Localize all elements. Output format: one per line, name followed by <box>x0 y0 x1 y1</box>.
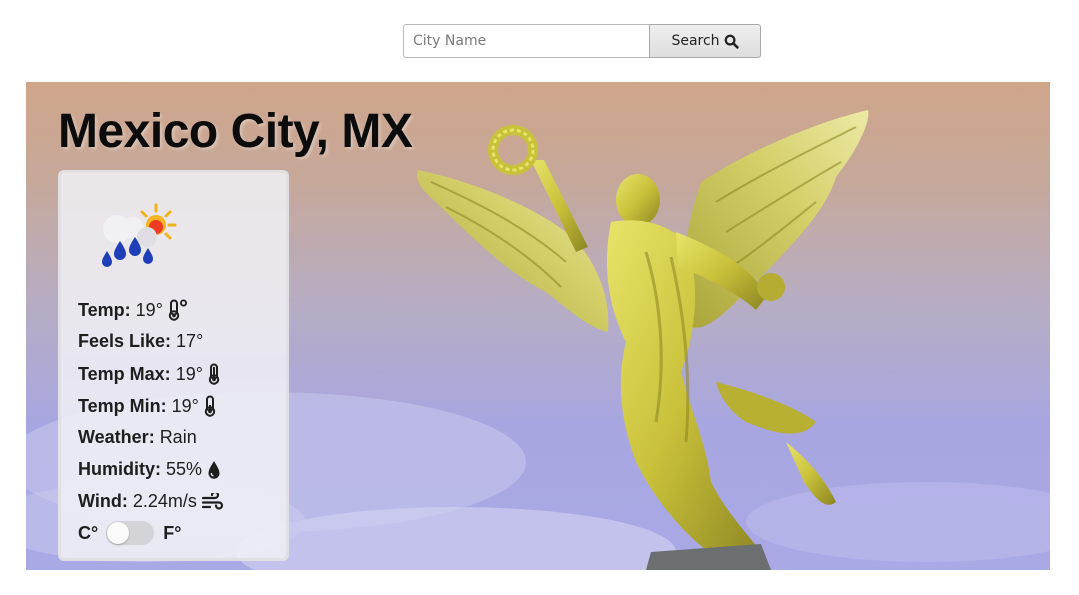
thermometer-full-icon <box>208 363 220 385</box>
search-bar: Search <box>403 24 761 58</box>
rain-sun-icon <box>97 203 177 267</box>
temp-row: Temp: 19° <box>78 299 188 321</box>
wind-label: Wind: <box>78 491 128 511</box>
feels-like-label: Feels Like: <box>78 331 172 351</box>
search-button-label: Search <box>671 33 720 49</box>
search-icon <box>724 34 739 49</box>
fahrenheit-label: F° <box>163 522 182 543</box>
unit-toggle-group: C° F° <box>78 521 181 545</box>
temp-value: 19° <box>135 299 163 320</box>
weather-label: Weather: <box>78 427 155 447</box>
temp-min-label: Temp Min: <box>78 395 167 416</box>
celsius-label: C° <box>78 522 99 543</box>
temp-max-value: 19° <box>175 363 203 384</box>
wind-icon <box>201 492 223 510</box>
weather-info-card: Temp: 19° Feels Like: 17° Temp Max: 19° <box>58 170 289 561</box>
weather-row: Weather: Rain <box>78 427 202 448</box>
temp-label: Temp: <box>78 299 131 320</box>
search-button[interactable]: Search <box>649 24 761 58</box>
droplet-icon <box>208 460 220 479</box>
city-name-heading: Mexico City, MX <box>58 105 413 158</box>
temp-max-label: Temp Max: <box>78 363 171 384</box>
unit-toggle-switch[interactable] <box>106 521 155 545</box>
feels-like-value: 17° <box>176 331 204 351</box>
temp-min-row: Temp Min: 19° <box>78 395 216 417</box>
feels-like-row: Feels Like: 17° <box>78 331 208 352</box>
humidity-row: Humidity: 55% <box>78 459 221 480</box>
city-search-input[interactable] <box>403 24 649 58</box>
city-hero-banner: Mexico City, MX Temp: 19° Feels Like: 17… <box>26 82 1050 570</box>
thermometer-low-icon <box>204 395 216 417</box>
humidity-value: 55% <box>166 459 203 479</box>
humidity-label: Humidity: <box>78 459 161 479</box>
thermometer-degree-icon <box>168 299 187 321</box>
wind-value: 2.24m/s <box>132 491 197 511</box>
weather-value: Rain <box>159 427 197 447</box>
temp-min-value: 19° <box>171 395 199 416</box>
temp-max-row: Temp Max: 19° <box>78 363 220 385</box>
toggle-knob <box>107 522 130 544</box>
wind-row: Wind: 2.24m/s <box>78 491 224 512</box>
